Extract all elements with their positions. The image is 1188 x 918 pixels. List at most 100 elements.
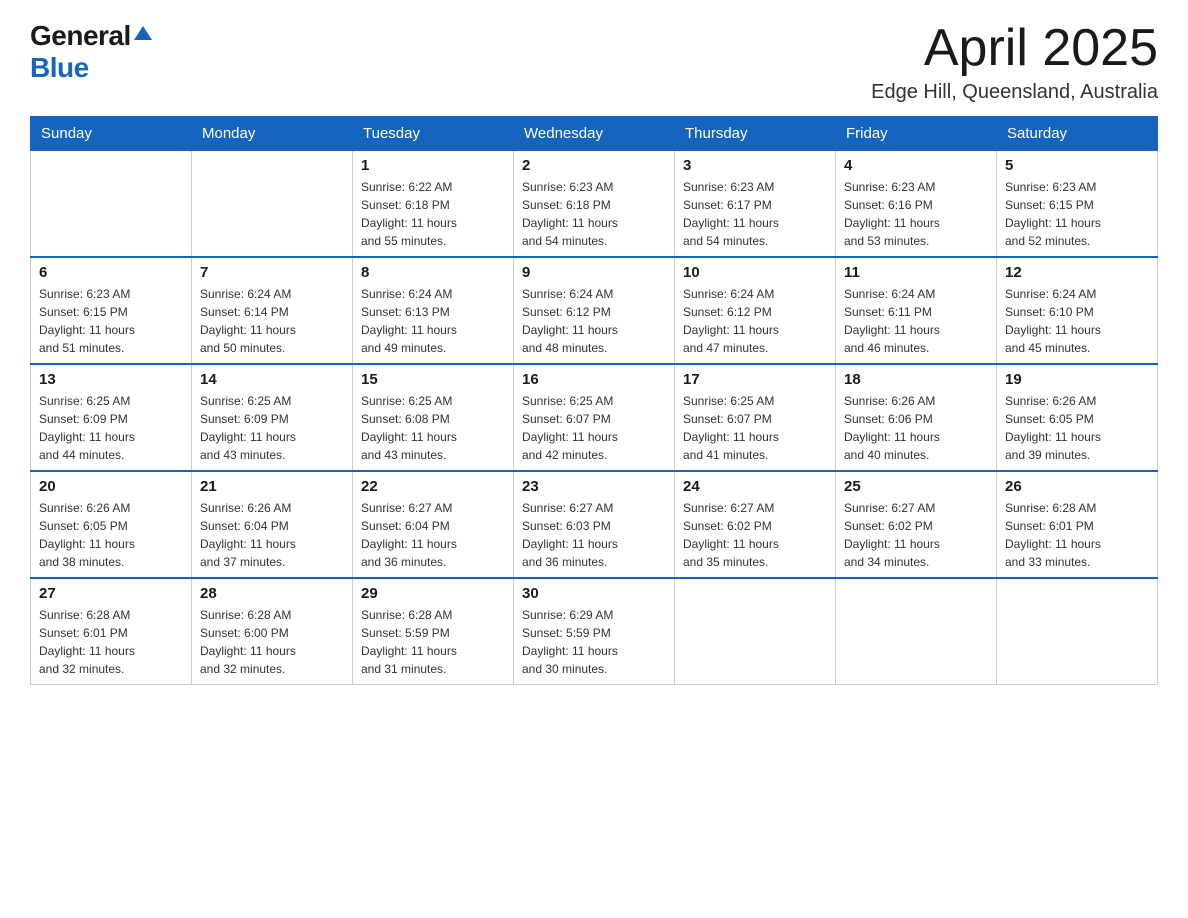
calendar-week-row: 13 Sunrise: 6:25 AMSunset: 6:09 PMDayligh… (31, 364, 1158, 471)
calendar-header-thursday: Thursday (675, 117, 836, 151)
day-number: 28 (200, 585, 344, 602)
calendar-week-row: 20Sunrise: 6:26 AMSunset: 6:05 PMDayligh… (31, 471, 1158, 578)
calendar-cell: 1 Sunrise: 6:22 AMSunset: 6:18 PMDaylight… (353, 151, 514, 258)
day-number: 21 (200, 478, 344, 495)
calendar-cell: 25Sunrise: 6:27 AMSunset: 6:02 PMDayligh… (836, 471, 997, 578)
day-number: 17 (683, 371, 827, 388)
title-area: April 2025 Edge Hill, Queensland, Austra… (871, 20, 1158, 104)
day-info: Sunrise: 6:27 AMSunset: 6:02 PMDaylight:… (844, 499, 988, 571)
day-info: Sunrise: 6:23 AMSunset: 6:15 PMDaylight:… (39, 285, 183, 357)
calendar-cell: 22 Sunrise: 6:27 AMSunset: 6:04 PMDayligh… (353, 471, 514, 578)
calendar-cell: 26Sunrise: 6:28 AMSunset: 6:01 PMDayligh… (997, 471, 1158, 578)
day-info: Sunrise: 6:27 AMSunset: 6:04 PMDaylight:… (361, 499, 505, 571)
day-info: Sunrise: 6:23 AMSunset: 6:15 PMDaylight:… (1005, 178, 1149, 250)
calendar-header-sunday: Sunday (31, 117, 192, 151)
day-number: 30 (522, 585, 666, 602)
calendar-cell: 24 Sunrise: 6:27 AMSunset: 6:02 PMDayligh… (675, 471, 836, 578)
calendar-cell: 28 Sunrise: 6:28 AMSunset: 6:00 PMDayligh… (192, 578, 353, 685)
day-number: 7 (200, 264, 344, 281)
calendar-cell: 17 Sunrise: 6:25 AMSunset: 6:07 PMDayligh… (675, 364, 836, 471)
calendar-cell: 9 Sunrise: 6:24 AMSunset: 6:12 PMDaylight… (514, 257, 675, 364)
day-number: 18 (844, 371, 988, 388)
day-number: 24 (683, 478, 827, 495)
day-info: Sunrise: 6:26 AMSunset: 6:06 PMDaylight:… (844, 392, 988, 464)
calendar-cell: 4 Sunrise: 6:23 AMSunset: 6:16 PMDaylight… (836, 151, 997, 258)
day-info: Sunrise: 6:22 AMSunset: 6:18 PMDaylight:… (361, 178, 505, 250)
calendar-cell (997, 578, 1158, 685)
location-text: Edge Hill, Queensland, Australia (871, 81, 1158, 104)
day-info: Sunrise: 6:29 AMSunset: 5:59 PMDaylight:… (522, 606, 666, 678)
day-number: 19 (1005, 371, 1149, 388)
logo-blue-text: Blue (30, 52, 89, 84)
day-number: 13 (39, 371, 183, 388)
calendar-cell: 2Sunrise: 6:23 AMSunset: 6:18 PMDaylight… (514, 151, 675, 258)
calendar-cell: 12 Sunrise: 6:24 AMSunset: 6:10 PMDayligh… (997, 257, 1158, 364)
calendar-cell: 3Sunrise: 6:23 AMSunset: 6:17 PMDaylight… (675, 151, 836, 258)
calendar-cell: 10 Sunrise: 6:24 AMSunset: 6:12 PMDayligh… (675, 257, 836, 364)
day-number: 22 (361, 478, 505, 495)
day-info: Sunrise: 6:25 AMSunset: 6:08 PMDaylight:… (361, 392, 505, 464)
logo: General Blue (30, 20, 152, 84)
calendar-header-row: SundayMondayTuesdayWednesdayThursdayFrid… (31, 117, 1158, 151)
day-info: Sunrise: 6:27 AMSunset: 6:03 PMDaylight:… (522, 499, 666, 571)
day-number: 27 (39, 585, 183, 602)
day-number: 23 (522, 478, 666, 495)
day-number: 5 (1005, 157, 1149, 174)
calendar-cell: 8Sunrise: 6:24 AMSunset: 6:13 PMDaylight… (353, 257, 514, 364)
day-number: 12 (1005, 264, 1149, 281)
day-info: Sunrise: 6:27 AMSunset: 6:02 PMDaylight:… (683, 499, 827, 571)
day-number: 10 (683, 264, 827, 281)
calendar-cell: 30 Sunrise: 6:29 AMSunset: 5:59 PMDayligh… (514, 578, 675, 685)
calendar-cell: 6 Sunrise: 6:23 AMSunset: 6:15 PMDaylight… (31, 257, 192, 364)
day-number: 1 (361, 157, 505, 174)
day-info: Sunrise: 6:23 AMSunset: 6:17 PMDaylight:… (683, 178, 827, 250)
calendar-cell (31, 151, 192, 258)
day-info: Sunrise: 6:25 AMSunset: 6:09 PMDaylight:… (39, 392, 183, 464)
day-number: 15 (361, 371, 505, 388)
day-info: Sunrise: 6:24 AMSunset: 6:10 PMDaylight:… (1005, 285, 1149, 357)
day-number: 16 (522, 371, 666, 388)
day-info: Sunrise: 6:24 AMSunset: 6:12 PMDaylight:… (522, 285, 666, 357)
day-number: 4 (844, 157, 988, 174)
page-header: General Blue April 2025 Edge Hill, Queen… (30, 20, 1158, 104)
day-info: Sunrise: 6:23 AMSunset: 6:18 PMDaylight:… (522, 178, 666, 250)
day-info: Sunrise: 6:25 AMSunset: 6:07 PMDaylight:… (522, 392, 666, 464)
day-info: Sunrise: 6:24 AMSunset: 6:12 PMDaylight:… (683, 285, 827, 357)
day-info: Sunrise: 6:24 AMSunset: 6:11 PMDaylight:… (844, 285, 988, 357)
calendar-header-monday: Monday (192, 117, 353, 151)
calendar-cell: 14 Sunrise: 6:25 AMSunset: 6:09 PMDayligh… (192, 364, 353, 471)
calendar-table: SundayMondayTuesdayWednesdayThursdayFrid… (30, 116, 1158, 685)
calendar-cell: 16 Sunrise: 6:25 AMSunset: 6:07 PMDayligh… (514, 364, 675, 471)
day-number: 6 (39, 264, 183, 281)
day-info: Sunrise: 6:25 AMSunset: 6:09 PMDaylight:… (200, 392, 344, 464)
calendar-week-row: 27Sunrise: 6:28 AMSunset: 6:01 PMDayligh… (31, 578, 1158, 685)
day-info: Sunrise: 6:28 AMSunset: 6:01 PMDaylight:… (1005, 499, 1149, 571)
calendar-week-row: 1 Sunrise: 6:22 AMSunset: 6:18 PMDaylight… (31, 151, 1158, 258)
calendar-cell: 20Sunrise: 6:26 AMSunset: 6:05 PMDayligh… (31, 471, 192, 578)
calendar-week-row: 6 Sunrise: 6:23 AMSunset: 6:15 PMDaylight… (31, 257, 1158, 364)
calendar-cell: 19 Sunrise: 6:26 AMSunset: 6:05 PMDayligh… (997, 364, 1158, 471)
day-info: Sunrise: 6:26 AMSunset: 6:05 PMDaylight:… (1005, 392, 1149, 464)
day-number: 9 (522, 264, 666, 281)
day-info: Sunrise: 6:24 AMSunset: 6:13 PMDaylight:… (361, 285, 505, 357)
day-info: Sunrise: 6:23 AMSunset: 6:16 PMDaylight:… (844, 178, 988, 250)
day-info: Sunrise: 6:28 AMSunset: 6:00 PMDaylight:… (200, 606, 344, 678)
day-info: Sunrise: 6:25 AMSunset: 6:07 PMDaylight:… (683, 392, 827, 464)
calendar-header-saturday: Saturday (997, 117, 1158, 151)
calendar-cell (836, 578, 997, 685)
calendar-cell (192, 151, 353, 258)
month-title: April 2025 (871, 20, 1158, 77)
calendar-cell: 29 Sunrise: 6:28 AMSunset: 5:59 PMDayligh… (353, 578, 514, 685)
calendar-cell: 21 Sunrise: 6:26 AMSunset: 6:04 PMDayligh… (192, 471, 353, 578)
day-number: 14 (200, 371, 344, 388)
calendar-header-wednesday: Wednesday (514, 117, 675, 151)
day-info: Sunrise: 6:28 AMSunset: 5:59 PMDaylight:… (361, 606, 505, 678)
calendar-cell: 18 Sunrise: 6:26 AMSunset: 6:06 PMDayligh… (836, 364, 997, 471)
day-number: 11 (844, 264, 988, 281)
day-number: 29 (361, 585, 505, 602)
calendar-header-tuesday: Tuesday (353, 117, 514, 151)
calendar-header-friday: Friday (836, 117, 997, 151)
day-info: Sunrise: 6:26 AMSunset: 6:04 PMDaylight:… (200, 499, 344, 571)
calendar-cell: 5 Sunrise: 6:23 AMSunset: 6:15 PMDaylight… (997, 151, 1158, 258)
calendar-cell: 13 Sunrise: 6:25 AMSunset: 6:09 PMDayligh… (31, 364, 192, 471)
